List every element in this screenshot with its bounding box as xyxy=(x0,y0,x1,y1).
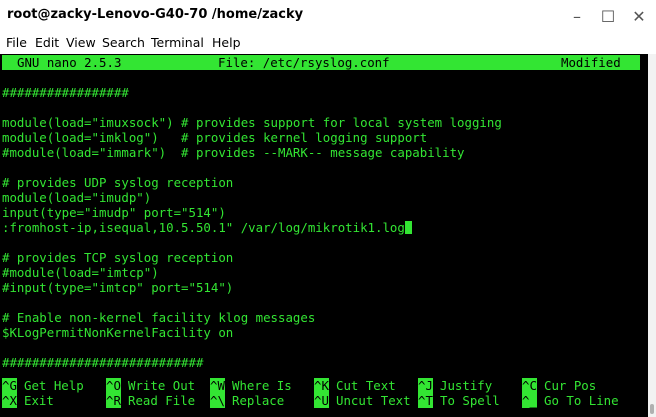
close-button[interactable]: ✕ xyxy=(624,4,654,28)
window-titlebar: root@zacky-Lenovo-G40-70 /home/zacky – ☐… xyxy=(0,0,656,32)
shortcut-label: Exit xyxy=(24,393,54,408)
shortcut-label: To Spell xyxy=(440,393,500,408)
shortcut-key: ^C xyxy=(522,378,537,393)
shortcut-key: ^\ xyxy=(210,393,225,408)
terminal-area[interactable]: GNU nano 2.5.3 File: /etc/rsyslog.conf M… xyxy=(0,54,648,417)
menubar: File Edit View Search Terminal Help xyxy=(0,32,656,55)
shortcut-key: ^G xyxy=(2,378,17,393)
editor-line: ################# xyxy=(2,85,129,100)
shortcut-label: Read File xyxy=(128,393,196,408)
shortcut-key: ^J xyxy=(418,378,433,393)
editor-line: #module(load="immark") # provides --MARK… xyxy=(2,145,465,160)
nano-file-label: File: /etc/rsyslog.conf xyxy=(218,55,390,70)
shortcut-label: Get Help xyxy=(24,378,84,393)
editor-line: module(load="imklog") # provides kernel … xyxy=(2,130,428,145)
editor-line: # Enable non-kernel facility klog messag… xyxy=(2,310,316,325)
shortcut-label: Where Is xyxy=(232,378,292,393)
terminal-scrollbar[interactable] xyxy=(648,54,656,417)
editor-line: module(load="imudp") xyxy=(2,190,152,205)
shortcut-label: Cur Pos xyxy=(544,378,597,393)
window-title: root@zacky-Lenovo-G40-70 /home/zacky xyxy=(7,7,304,22)
shortcut-label: Go To Line xyxy=(544,393,619,408)
editor-line: :fromhost-ip,isequal,10.5.50.1" /var/log… xyxy=(2,220,413,235)
shortcut-key: ^U xyxy=(314,393,329,408)
minimize-button[interactable]: – xyxy=(562,4,592,28)
maximize-button[interactable]: ☐ xyxy=(593,4,623,28)
menu-edit[interactable]: Edit xyxy=(35,35,59,50)
nano-status: Modified xyxy=(561,55,621,70)
shortcut-key: ^_ xyxy=(522,393,537,408)
shortcut-label: Replace xyxy=(232,393,285,408)
shortcut-key: ^R xyxy=(106,393,121,408)
shortcut-key: ^X xyxy=(2,393,17,408)
scrollbar-thumb[interactable] xyxy=(650,404,654,414)
menu-file[interactable]: File xyxy=(6,35,27,50)
editor-line: $KLogPermitNonKernelFacility on xyxy=(2,325,234,340)
shortcut-key: ^K xyxy=(314,378,329,393)
shortcut-label: Justify xyxy=(440,378,493,393)
editor-line: input(type="imudp" port="514") xyxy=(2,205,226,220)
nano-version: GNU nano 2.5.3 xyxy=(17,55,122,70)
editor-line: ########################### xyxy=(2,355,204,370)
editor-line: # provides UDP syslog reception xyxy=(2,175,234,190)
shortcut-key: ^O xyxy=(106,378,121,393)
editor-line: #input(type="imtcp" port="514") xyxy=(2,280,234,295)
editor-line: #module(load="imtcp") xyxy=(2,265,159,280)
shortcut-label: Cut Text xyxy=(336,378,396,393)
menu-search[interactable]: Search xyxy=(102,35,145,50)
text-cursor xyxy=(404,221,413,234)
menu-view[interactable]: View xyxy=(66,35,96,50)
shortcut-label: Uncut Text xyxy=(336,393,411,408)
menu-help[interactable]: Help xyxy=(212,35,241,50)
shortcut-key: ^W xyxy=(210,378,225,393)
shortcut-key: ^T xyxy=(418,393,433,408)
shortcut-label: Write Out xyxy=(128,378,196,393)
menu-terminal[interactable]: Terminal xyxy=(151,35,204,50)
editor-line: module(load="imuxsock") # provides suppo… xyxy=(2,115,502,130)
editor-line: # provides TCP syslog reception xyxy=(2,250,234,265)
